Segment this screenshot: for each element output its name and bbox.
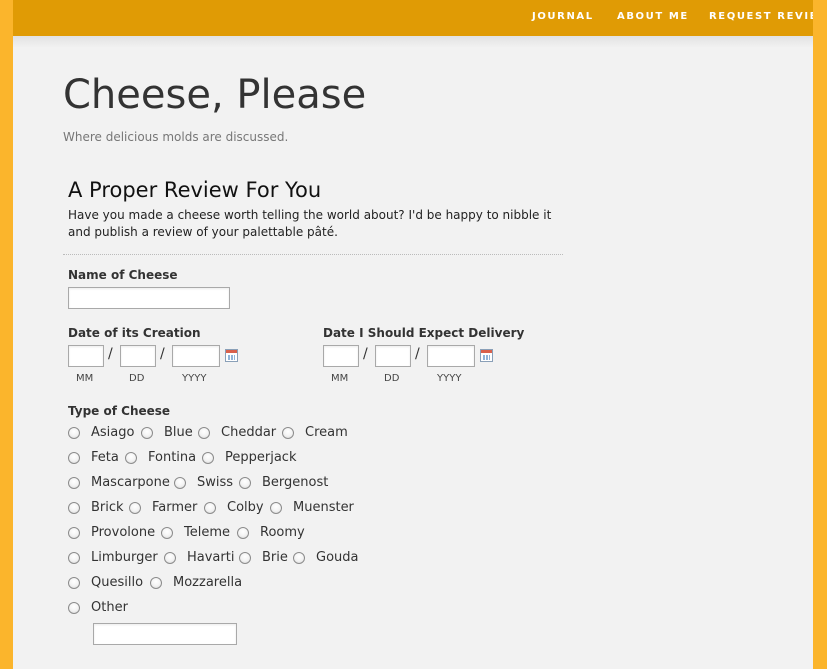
radio-label: Blue (164, 425, 193, 440)
radio-label: Teleme (184, 525, 231, 540)
creation-year-input[interactable] (172, 345, 220, 367)
form-title: A Proper Review For You (68, 178, 322, 202)
radio-label: Roomy (260, 525, 305, 540)
radio-button[interactable] (68, 502, 80, 514)
name-of-cheese-label: Name of Cheese (68, 268, 178, 282)
creation-mm-sublabel: MM (76, 373, 94, 384)
radio-label: Cheddar (221, 425, 277, 440)
radio-button[interactable] (68, 577, 80, 589)
radio-label: Swiss (197, 475, 234, 490)
radio-label: Mozzarella (173, 575, 243, 590)
delivery-month-input[interactable] (323, 345, 359, 367)
radio-button[interactable] (68, 602, 80, 614)
nav-about-me-link[interactable]: ABOUT ME (617, 11, 689, 22)
radio-button[interactable] (282, 427, 294, 439)
radio-button[interactable] (239, 477, 251, 489)
radio-label: Havarti (187, 550, 235, 565)
name-of-cheese-input[interactable] (68, 287, 230, 309)
radio-button[interactable] (161, 527, 173, 539)
creation-day-input[interactable] (120, 345, 156, 367)
radio-button[interactable] (174, 477, 186, 489)
radio-label: Provolone (91, 525, 156, 540)
type-of-cheese-label: Type of Cheese (68, 404, 171, 418)
radio-button[interactable] (237, 527, 249, 539)
creation-date-label: Date of its Creation (68, 326, 201, 340)
radio-button[interactable] (202, 452, 214, 464)
form-description: Have you made a cheese worth telling the… (68, 208, 552, 239)
radio-label: Brick (91, 500, 124, 515)
radio-label: Gouda (316, 550, 359, 565)
radio-button[interactable] (150, 577, 162, 589)
nav-journal-link[interactable]: JOURNAL (532, 11, 594, 22)
radio-button[interactable] (129, 502, 141, 514)
radio-button[interactable] (68, 552, 80, 564)
radio-label: Mascarpone (91, 475, 170, 490)
delivery-mm-sublabel: MM (331, 373, 349, 384)
radio-label: Brie (262, 550, 288, 565)
site-title: Cheese, Please (63, 72, 367, 118)
site-tagline: Where delicious molds are discussed. (63, 130, 289, 144)
form-divider (63, 254, 563, 255)
delivery-date-separator: / (363, 346, 368, 362)
radio-button[interactable] (198, 427, 210, 439)
creation-month-input[interactable] (68, 345, 104, 367)
radio-button[interactable] (141, 427, 153, 439)
radio-button[interactable] (125, 452, 137, 464)
delivery-dd-sublabel: DD (384, 373, 400, 384)
radio-label: Muenster (293, 500, 354, 515)
topbar-shadow (13, 36, 813, 48)
calendar-icon[interactable] (480, 349, 493, 362)
creation-yyyy-sublabel: YYYY (182, 373, 207, 384)
radio-button[interactable] (239, 552, 251, 564)
radio-button[interactable] (68, 452, 80, 464)
radio-button[interactable] (270, 502, 282, 514)
other-cheese-input[interactable] (93, 623, 237, 645)
top-nav-bar: JOURNAL ABOUT ME REQUEST REVIEW (13, 0, 813, 48)
radio-button[interactable] (164, 552, 176, 564)
creation-dd-sublabel: DD (129, 373, 145, 384)
radio-label: Limburger (91, 550, 158, 565)
radio-label: Fontina (148, 450, 197, 465)
radio-button[interactable] (204, 502, 216, 514)
radio-label: Colby (227, 500, 264, 515)
radio-label: Feta (91, 450, 119, 465)
calendar-icon[interactable] (225, 349, 238, 362)
radio-label: Farmer (152, 500, 198, 515)
radio-label: Quesillo (91, 575, 144, 590)
delivery-year-input[interactable] (427, 345, 475, 367)
delivery-yyyy-sublabel: YYYY (437, 373, 462, 384)
creation-date-separator: / (108, 346, 113, 362)
radio-button[interactable] (68, 427, 80, 439)
radio-button[interactable] (68, 477, 80, 489)
delivery-date-label: Date I Should Expect Delivery (323, 326, 525, 340)
creation-date-separator: / (160, 346, 165, 362)
radio-button[interactable] (293, 552, 305, 564)
radio-label: Cream (305, 425, 348, 440)
radio-label: Bergenost (262, 475, 329, 490)
nav-request-review-link[interactable]: REQUEST REVIEW (709, 11, 813, 22)
radio-label: Other (91, 600, 128, 615)
delivery-date-separator: / (415, 346, 420, 362)
delivery-day-input[interactable] (375, 345, 411, 367)
radio-label: Pepperjack (225, 450, 297, 465)
radio-button[interactable] (68, 527, 80, 539)
radio-label: Asiago (91, 425, 135, 440)
page: JOURNAL ABOUT ME REQUEST REVIEW Cheese, … (13, 0, 813, 669)
